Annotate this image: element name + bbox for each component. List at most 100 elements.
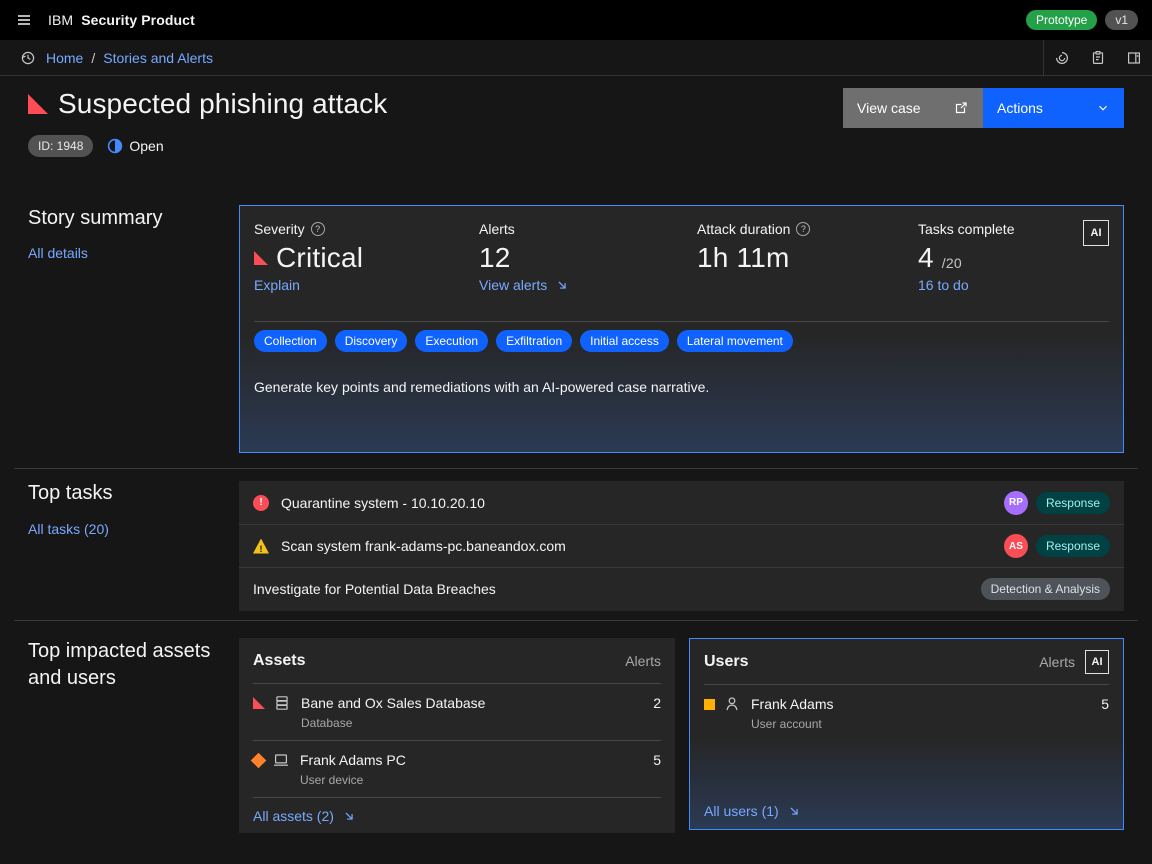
laptop-icon	[272, 751, 290, 769]
app-window: IBM Security Product Prototype v1 Home /…	[0, 0, 1152, 864]
attack-duration-label: Attack duration	[697, 221, 790, 237]
recently-viewed-icon[interactable]	[10, 40, 46, 76]
all-details-link[interactable]: All details	[28, 245, 88, 261]
alerts-column-label: Alerts	[1039, 654, 1075, 670]
medium-severity-icon	[704, 699, 715, 710]
all-tasks-link[interactable]: All tasks (20)	[28, 521, 109, 537]
app-title: IBM Security Product	[48, 12, 195, 28]
attack-duration-value: 1h 11m	[697, 242, 790, 274]
tasks-complete-label: Tasks complete	[918, 221, 1014, 237]
tag-exfiltration[interactable]: Exfiltration	[496, 330, 572, 352]
ai-narrative-text: Generate key points and remediations wit…	[254, 379, 1109, 395]
all-assets-link[interactable]: All assets (2)	[253, 808, 356, 824]
all-users-link[interactable]: All users (1)	[704, 803, 801, 819]
explain-link[interactable]: Explain	[254, 277, 300, 293]
story-summary-card: Severity Critical Explain Alerts 12 View…	[239, 205, 1124, 453]
view-case-label: View case	[857, 100, 921, 116]
task-title: Quarantine system - 10.10.20.10	[281, 495, 485, 511]
tag-collection[interactable]: Collection	[254, 330, 327, 352]
task-category-tag: Response	[1036, 535, 1110, 557]
brand-name: Security Product	[81, 12, 195, 28]
assets-title: Assets	[253, 652, 305, 670]
case-id-badge: ID: 1948	[28, 135, 93, 157]
notes-clipboard-icon[interactable]	[1080, 40, 1116, 76]
breadcrumb-actions	[1043, 40, 1152, 76]
prototype-badge: Prototype	[1026, 10, 1097, 30]
asset-name: Frank Adams PC	[300, 750, 406, 770]
asset-type: Database	[301, 716, 485, 730]
actions-label: Actions	[997, 100, 1043, 116]
arrow-down-right-icon	[342, 809, 356, 823]
view-alerts-link[interactable]: View alerts	[479, 277, 569, 293]
help-icon[interactable]	[311, 222, 325, 236]
ai-badge[interactable]: AI	[1085, 650, 1109, 674]
user-row[interactable]: Frank Adams User account 5	[704, 685, 1109, 741]
tag-lateral-movement[interactable]: Lateral movement	[677, 330, 793, 352]
task-title: Investigate for Potential Data Breaches	[253, 581, 496, 597]
actions-button[interactable]: Actions	[983, 88, 1124, 128]
assignee-avatar[interactable]: RP	[1004, 491, 1028, 515]
all-users-label: All users (1)	[704, 803, 779, 819]
arrow-down-right-icon	[787, 804, 801, 818]
case-title-block: Suspected phishing attack View case Acti…	[0, 76, 1152, 180]
alerts-label: Alerts	[479, 221, 515, 237]
app-header: IBM Security Product Prototype v1	[0, 0, 1152, 40]
task-category-tag: Response	[1036, 492, 1110, 514]
ai-assistant-icon[interactable]	[1044, 40, 1080, 76]
tag-execution[interactable]: Execution	[415, 330, 488, 352]
task-category-tag: Detection & Analysis	[981, 578, 1110, 600]
user-alert-count: 5	[1101, 694, 1109, 714]
case-actions: View case Actions	[843, 88, 1124, 128]
warning-status-icon	[253, 539, 269, 554]
metric-severity: Severity Critical Explain	[254, 220, 479, 295]
metric-attack-duration: Attack duration 1h 11m	[697, 220, 918, 295]
assignee-avatar[interactable]: AS	[1004, 534, 1028, 558]
major-severity-icon	[251, 752, 267, 768]
menu-icon[interactable]	[0, 0, 48, 40]
user-name: Frank Adams	[751, 694, 833, 714]
users-card: Users Alerts AI Frank Adams User account…	[689, 638, 1124, 830]
asset-row[interactable]: Frank Adams PC User device 5	[253, 740, 661, 796]
task-row[interactable]: Scan system frank-adams-pc.baneandox.com…	[239, 524, 1124, 567]
critical-severity-icon	[28, 94, 48, 114]
case-title-row: Suspected phishing attack	[28, 88, 387, 120]
ai-badge[interactable]: AI	[1083, 220, 1109, 246]
case-meta-row: ID: 1948 Open	[28, 135, 164, 157]
side-panel-icon[interactable]	[1116, 40, 1152, 76]
users-title: Users	[704, 653, 748, 671]
version-badge: v1	[1105, 10, 1138, 30]
breadcrumb-stories-and-alerts[interactable]: Stories and Alerts	[103, 50, 213, 66]
chevron-down-icon	[1096, 101, 1110, 115]
breadcrumb-home[interactable]: Home	[46, 50, 83, 66]
open-status-icon	[107, 138, 123, 154]
user-type: User account	[751, 717, 833, 731]
task-row[interactable]: Investigate for Potential Data Breaches …	[239, 567, 1124, 610]
top-tasks-aside: Top tasks All tasks (20)	[0, 468, 239, 539]
brand-prefix: IBM	[48, 12, 73, 28]
metric-alerts: Alerts 12 View alerts	[479, 220, 697, 295]
header-badges: Prototype v1	[1026, 10, 1152, 30]
tag-discovery[interactable]: Discovery	[335, 330, 408, 352]
users-card-footer: All users (1)	[704, 793, 1109, 829]
asset-row[interactable]: Bane and Ox Sales Database Database 2	[253, 684, 661, 740]
view-case-button[interactable]: View case	[843, 88, 983, 128]
task-row[interactable]: Quarantine system - 10.10.20.10 RP Respo…	[239, 481, 1124, 524]
help-icon[interactable]	[796, 222, 810, 236]
tag-initial-access[interactable]: Initial access	[580, 330, 669, 352]
story-summary-aside: Story summary All details	[0, 180, 239, 263]
status-label: Open	[129, 138, 163, 154]
tasks-complete-total: /20	[942, 255, 962, 271]
assets-card-header: Assets Alerts	[253, 638, 661, 684]
user-icon	[723, 695, 741, 713]
page-title: Suspected phishing attack	[58, 88, 387, 120]
assets-card: Assets Alerts Bane and Ox Sales Database…	[239, 638, 675, 833]
view-alerts-label: View alerts	[479, 277, 547, 293]
all-assets-label: All assets (2)	[253, 808, 334, 824]
breadcrumb-separator: /	[91, 50, 95, 66]
database-icon	[273, 694, 291, 712]
severity-label: Severity	[254, 221, 305, 237]
tasks-todo-link[interactable]: 16 to do	[918, 277, 969, 293]
launch-icon	[953, 100, 969, 116]
breadcrumb-bar: Home / Stories and Alerts	[0, 40, 1152, 76]
error-status-icon	[253, 495, 269, 511]
